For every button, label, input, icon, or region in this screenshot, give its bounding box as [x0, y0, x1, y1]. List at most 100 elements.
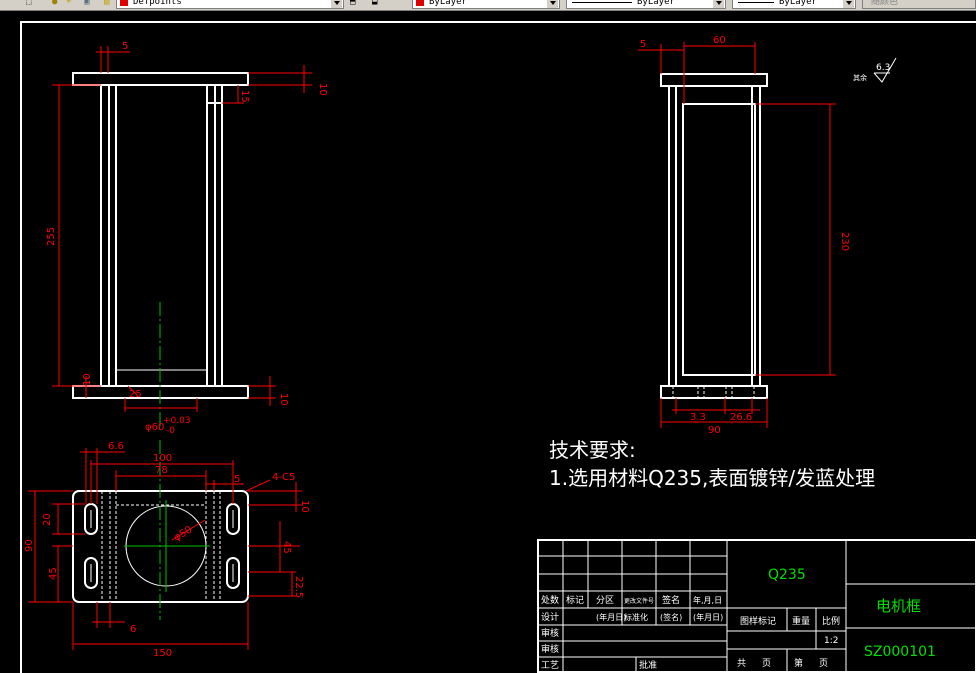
tb-material: Q235: [768, 567, 806, 583]
dim-plan-150: 150: [153, 648, 172, 659]
make-current-layer-icon[interactable]: ⬒: [350, 0, 355, 9]
lineweight-sample: [738, 2, 774, 3]
dim-side-60: 60: [713, 35, 726, 46]
tb-nianyueri: 年,月,日: [693, 595, 722, 605]
technical-notes: 技术要求: 1.选用材料Q235,表面镀锌/发蓝处理: [549, 438, 875, 490]
side-view: [660, 73, 768, 399]
roughness-value: 6.3: [876, 63, 890, 73]
side-hidden-lines: [672, 386, 755, 398]
dim-front-5: 5: [122, 41, 128, 52]
tb-scale: 1:2: [824, 636, 838, 646]
layer-previous-icon[interactable]: ⬓: [372, 0, 377, 9]
dim-plan-20: 20: [42, 513, 53, 526]
layer-freeze-icon[interactable]: ☀: [66, 0, 71, 9]
layer-plot-icon[interactable]: ▤: [104, 0, 109, 9]
side-dimensions: [638, 42, 836, 428]
lineweight-dropdown[interactable]: ByLayer: [732, 0, 856, 9]
title-block: 处数 标记 分区 更改文件号 签名 年,月,日 设计 (年月日) 标准化 (签名…: [537, 539, 976, 673]
dim-plan-45b: 45: [281, 541, 292, 554]
notes-heading: 技术要求:: [549, 438, 636, 462]
layer-dropdown[interactable]: Defpoints: [116, 0, 344, 9]
chevron-down-icon[interactable]: [843, 0, 854, 8]
dim-front-tol-plus: +0.03: [163, 416, 191, 426]
front-left-wall: [100, 84, 110, 387]
chevron-down-icon[interactable]: [713, 0, 724, 8]
side-inner-window: [682, 103, 756, 376]
front-dim-text: 5 10 15 255 10 10 25 φ60 +0.03 -0: [46, 41, 328, 436]
chevron-down-icon[interactable]: [331, 0, 342, 8]
dim-front-10c: 10: [82, 373, 93, 386]
dim-side-5: 5: [640, 39, 646, 50]
drawing-frame: [20, 21, 976, 673]
dim-side-33: 3.3: [690, 412, 706, 423]
plan-dimensions: [28, 448, 302, 650]
plotstyle-value: 随颜色: [871, 0, 899, 7]
tb-gongyi: 工艺: [541, 660, 559, 671]
linetype-dropdown[interactable]: ByLayer: [566, 0, 726, 9]
dim-plan-78: 78: [155, 465, 168, 476]
dim-plan-6: 6: [130, 624, 136, 635]
tb-gong: 共: [737, 658, 746, 669]
dim-plan-chamfer: 4-C5: [272, 472, 295, 483]
roughness-label: 其余: [853, 73, 867, 82]
tb-biaoji: 标记: [566, 594, 584, 606]
dim-plan-225: 22.5: [293, 576, 304, 598]
drawing-canvas[interactable]: 5 10 15 255 10 10 25 φ60 +0.03 -0 5 60 2…: [0, 10, 976, 673]
lineweight-value: ByLayer: [779, 0, 817, 7]
layer-states-icon[interactable]: ⬚: [26, 0, 31, 9]
layer-on-icon[interactable]: ●: [52, 0, 57, 9]
tb-zhang1: 页: [762, 658, 771, 669]
dim-plan-5: 5: [234, 474, 240, 485]
linetype-sample: [572, 2, 632, 3]
notes-line-1: 1.选用材料Q235,表面镀锌/发蓝处理: [549, 466, 875, 490]
dim-plan-100: 100: [153, 453, 172, 464]
front-top-flange: [72, 72, 249, 86]
tb-part-name: 电机框: [876, 597, 921, 615]
front-right-wall: [206, 84, 216, 387]
dim-plan-10: 10: [299, 500, 310, 513]
linetype-value: ByLayer: [637, 0, 675, 7]
dim-front-15: 15: [239, 90, 250, 103]
color-value: ByLayer: [429, 0, 467, 7]
plotstyle-dropdown[interactable]: 随颜色: [862, 0, 976, 9]
front-dimensions: [52, 46, 312, 412]
tb-sheji: 设计: [541, 611, 559, 623]
tb-biaozhunhua: 标准化: [624, 612, 648, 622]
dim-plan-90: 90: [24, 539, 35, 552]
tb-shenhe: 审核: [541, 643, 559, 655]
dim-plan-45a: 45: [48, 567, 59, 580]
tb-qianming: 签名: [662, 594, 680, 606]
layer-name: Defpoints: [133, 0, 182, 7]
roughness-symbol: 其余 6.3: [853, 57, 897, 83]
tb-zhongliang: 重量: [792, 615, 810, 627]
tb-jiaodui: 审核: [541, 627, 559, 639]
chevron-down-icon[interactable]: [547, 0, 558, 8]
dim-front-25: 25: [129, 389, 142, 400]
side-top-flange: [660, 73, 768, 87]
plan-dim-text: 6.6 100 78 5 4-C5 10 20 90 45 45 22.5 6 …: [24, 441, 310, 659]
tb-genggai: 更改文件号: [624, 597, 654, 605]
tb-drawing-no: SZ000101: [864, 644, 936, 660]
color-dropdown[interactable]: ByLayer: [412, 0, 560, 9]
color-swatch: [416, 0, 424, 6]
dim-side-90: 90: [708, 425, 721, 436]
tb-bili: 比例: [822, 615, 840, 627]
side-bottom-flange: [660, 385, 768, 399]
tb-tuyang: 图样标记: [740, 615, 776, 627]
dim-front-tol-minus: -0: [166, 426, 175, 436]
layer-color-swatch: [120, 0, 128, 6]
dim-side-230: 230: [839, 232, 850, 251]
dim-plan-dia: φ50: [172, 524, 194, 543]
dim-front-10b: 10: [278, 393, 289, 406]
tb-chuli: 处数: [541, 594, 559, 606]
tb-zhang2: 页: [819, 658, 828, 669]
tb-nianyueri1: (年月日): [596, 612, 626, 622]
tb-di: 第: [794, 657, 803, 669]
dim-plan-66: 6.6: [108, 441, 124, 452]
tb-qianming2: (签名): [660, 612, 682, 622]
dim-front-255: 255: [46, 227, 57, 246]
layer-lock-icon[interactable]: ▣: [84, 0, 89, 9]
dim-front-dia: φ60: [145, 422, 164, 433]
dim-side-266: 26.6: [730, 412, 752, 423]
dim-front-10: 10: [317, 83, 328, 96]
